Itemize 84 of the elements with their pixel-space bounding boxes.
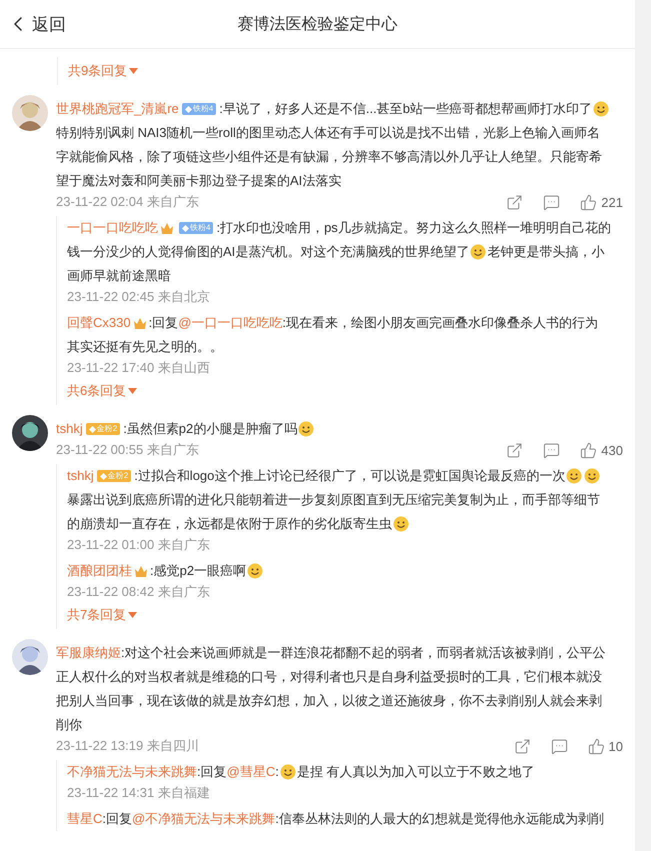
smiley-icon (298, 421, 314, 437)
diamond-icon (100, 472, 107, 480)
smiley-icon (566, 468, 582, 484)
comment-text: 其实还挺有先见之明的。。 (67, 338, 223, 356)
comment-text: 正人权什么的对当权者就是维稳的口号，对得利者也只是自身利益受损时的工具，它们根本就没 (56, 668, 602, 686)
comment-text: 暴露出说到底癌所谓的进化只能朝着进一步复刻原图直到无压缩完美复制为止，而手部等细节 (67, 491, 600, 509)
page-title: 赛博法医检验鉴定中心 (238, 14, 398, 34)
smiley-icon (247, 563, 264, 579)
share-icon[interactable] (506, 442, 524, 458)
mention-link[interactable]: @不净猫无法与未来跳舞 (132, 807, 276, 831)
comment-time: 23-11-22 02:04 来自广东 (56, 193, 199, 211)
comment-text: :感觉p2一眼癌啊 (150, 562, 246, 580)
fan-badge: 铁粉4 (179, 222, 214, 234)
comment-text: :信奉丛林法则的人最大的幻想就是觉得他永远能成为剥削 (275, 810, 604, 828)
username-link[interactable]: 世界桃跑冠军_清嵐re (56, 97, 179, 121)
mention-link[interactable]: @一口一口吃吃吃 (178, 311, 282, 335)
comment-text: 望于魔法对轰和阿美丽卡那边登子提案的AI法落实 (56, 172, 342, 190)
comment-text: :早说了，好多人还是不信...甚至b站一些癌哥都想帮画师打水印了 (219, 100, 592, 118)
comment-text: :过拟合和logo这个推上讨论已经很广了，可以说是霓虹国舆论最反癌的一次 (134, 467, 566, 485)
comment-text: 把别人当回事，现在该做的就是放弃幻想，加入，以彼之道还施彼身，你不去剥削别人就会来剥 (56, 692, 602, 710)
crown-icon (160, 222, 174, 234)
username-link[interactable]: 酒酿团团桂 (67, 559, 132, 583)
comment-text: 特别特别讽刺 NAI3随机一些roll的图里动态人体还有手可以说是找不出错，光影上色输入画师名 (56, 124, 600, 142)
mention-link[interactable]: @彗星C (226, 760, 276, 784)
username-link[interactable]: 军服康纳姬 (56, 641, 121, 665)
like-count: 430 (601, 442, 623, 458)
reply-time: 23-11-22 17:40 来自山西 (67, 359, 210, 377)
comment-text: :虽然但素p2的小腿是肿瘤了吗 (123, 420, 298, 438)
smiley-icon (280, 764, 296, 780)
back-button[interactable]: 返回 (6, 12, 66, 36)
like-count: 221 (601, 194, 623, 210)
crown-icon (134, 564, 148, 578)
comment-text: :回复 (148, 314, 178, 332)
caret-icon (128, 388, 138, 394)
diamond-icon (88, 426, 96, 432)
comment-text: 削你 (56, 716, 82, 734)
comment-icon[interactable] (550, 738, 568, 754)
comment-text: 字就能偷风格，除了项链这些小组件还是有缺漏，分辨率不够高清以外几乎让人绝望。只能寄希 (56, 148, 602, 166)
share-icon[interactable] (506, 194, 524, 210)
comment-icon[interactable] (543, 442, 560, 458)
comment-text: 老钟更是带头搞，小 (487, 243, 604, 261)
reply-time: 23-11-22 01:00 来自广东 (67, 536, 210, 554)
like-icon[interactable] (580, 442, 598, 458)
like-icon[interactable] (588, 738, 605, 754)
reply-time: 23-11-22 08:42 来自广东 (67, 583, 210, 601)
fan-badge: 金粉2 (86, 423, 120, 435)
diamond-icon (182, 224, 189, 232)
diamond-icon (184, 106, 192, 112)
caret-icon (129, 68, 138, 74)
comment-text: : (275, 763, 279, 781)
fan-badge: 铁粉4 (182, 103, 216, 115)
username-link[interactable]: 不净猫无法与未来跳舞 (67, 760, 197, 784)
comment-time: 23-11-22 13:19 来自四川 (56, 737, 199, 755)
comment-text: :对这个社会来说画师就是一群连浪花都翻不起的弱者，而弱者就活该被剥削，公平公 (121, 644, 606, 662)
comment-text: 钱一分没少的人觉得偷图的AI是蒸汽机。对这个充满脑残的世界绝望了 (67, 243, 470, 261)
reply-time: 23-11-22 14:31 来自福建 (67, 784, 210, 802)
smiley-icon (592, 101, 609, 117)
comment-text: :打水印也没啥用，ps几步就搞定。努力这么久照样一堆明明自己花的 (216, 219, 611, 237)
smiley-icon (584, 468, 600, 484)
smiley-icon (470, 244, 486, 260)
comment-text: 的崩溃却一直存在，永远都是依附于原作的劣化版寄生虫 (67, 515, 392, 533)
like-icon[interactable] (580, 194, 598, 210)
comment-text: :回复 (102, 810, 132, 828)
like-count: 10 (608, 738, 623, 754)
more-replies-link[interactable]: 共6条回复 (67, 377, 623, 405)
more-replies-link[interactable]: 共7条回复 (67, 601, 623, 629)
reply-time: 23-11-22 02:45 来自北京 (67, 288, 210, 306)
comment-text: 是捏 有人真以为加入可以立于不败之地了 (296, 763, 534, 781)
comment-text: :回复 (197, 763, 227, 781)
username-link[interactable]: 彗星C (67, 807, 102, 831)
username-link[interactable]: 一口一口吃吃吃 (67, 216, 158, 240)
more-replies-link[interactable]: 共9条回复 (68, 57, 623, 85)
username-link[interactable]: tshkj (67, 464, 94, 488)
comment-icon[interactable] (543, 194, 560, 210)
caret-icon (128, 612, 138, 618)
fan-badge: 金粉2 (96, 470, 132, 482)
comment-time: 23-11-22 00:55 来自广东 (56, 441, 199, 459)
comment-text: 画师早就前途黑暗 (67, 267, 171, 285)
share-icon[interactable] (514, 738, 531, 754)
comment-text: :现在看来，绘图小朋友画完画叠水印像叠杀人书的行为 (282, 314, 598, 332)
smiley-icon (393, 516, 409, 532)
username-link[interactable]: 回聲Cx330 (67, 311, 131, 335)
crown-icon (132, 316, 147, 330)
username-link[interactable]: tshkj (56, 417, 83, 441)
